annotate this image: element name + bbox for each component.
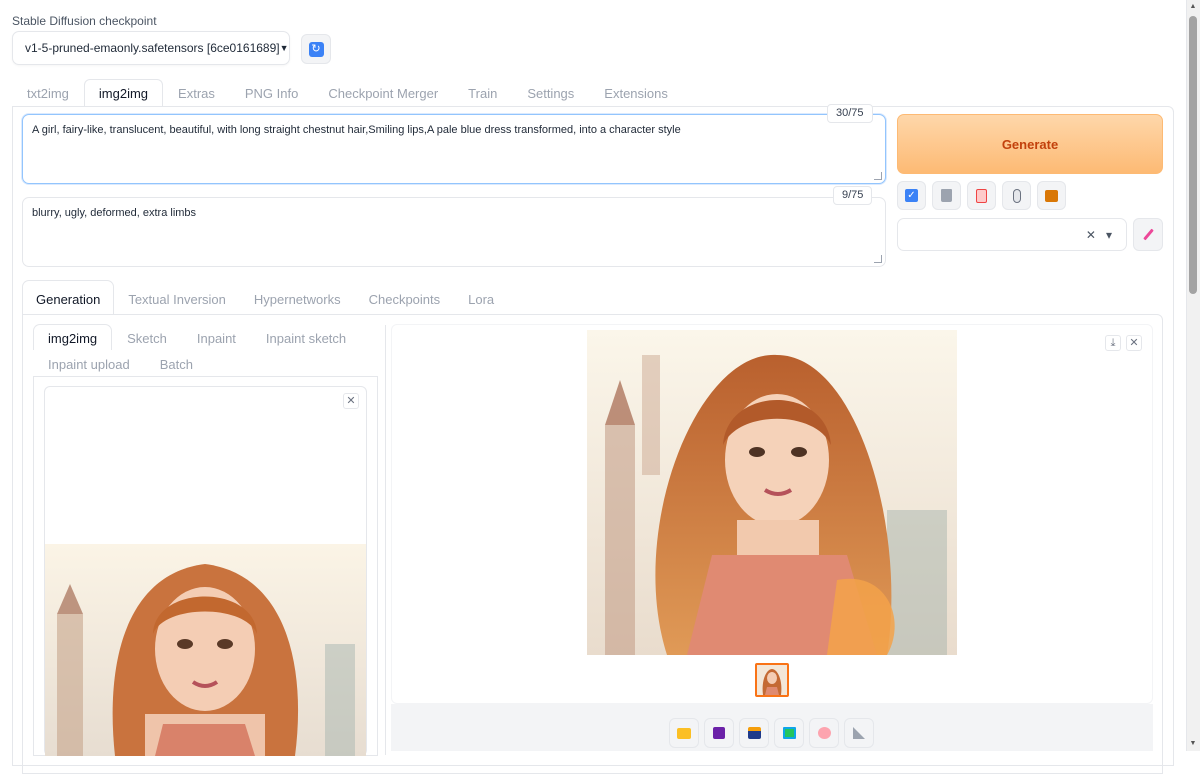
show-extra-networks-button[interactable] [1002,181,1031,210]
box-icon [1045,189,1058,202]
tab-extras[interactable]: Extras [163,79,230,107]
clear-icon[interactable]: ✕ [1086,228,1096,242]
close-icon[interactable]: ✕ [343,393,359,409]
prompt-text: A girl, fairy-like, translucent, beautif… [32,124,681,136]
tab-lora[interactable]: Lora [454,280,508,315]
output-thumbnail[interactable] [755,663,789,697]
tab-textual-inversion[interactable]: Textual Inversion [114,280,240,315]
tab-img2img[interactable]: img2img [83,79,164,107]
tab-settings[interactable]: Settings [512,79,589,107]
tab-checkpoint-merger[interactable]: Checkpoint Merger [313,79,453,107]
tab-sketch[interactable]: Sketch [112,324,182,350]
output-image[interactable] [587,330,957,655]
close-icon[interactable]: ✕ [1126,335,1142,351]
save-icon [713,727,725,739]
checkpoint-label: Stable Diffusion checkpoint [12,14,157,28]
prompt-textarea[interactable]: A girl, fairy-like, translucent, beautif… [22,114,886,184]
send-to-img2img-button[interactable] [774,718,804,748]
clear-prompt-button[interactable] [932,181,961,210]
zip-button[interactable] [739,718,769,748]
negative-prompt-textarea[interactable]: blurry, ugly, deformed, extra limbs [22,197,886,267]
scroll-up-icon[interactable]: ▲ [1188,3,1198,10]
chevron-down-icon: ▼ [279,43,289,53]
thumbnail-image [757,665,787,695]
send-to-extras-button[interactable] [844,718,874,748]
img2img-mode-tabs: img2img Sketch Inpaint Inpaint sketch In… [33,324,383,376]
output-action-bar [391,704,1153,751]
checkpoint-value: v1-5-pruned-emaonly.safetensors [6ce0161… [25,41,280,55]
resize-grip-icon[interactable] [874,172,882,180]
open-folder-button[interactable] [669,718,699,748]
checkpoint-select[interactable]: v1-5-pruned-emaonly.safetensors [6ce0161… [12,31,290,65]
edit-styles-button[interactable] [1133,218,1163,251]
tab-inpaint-upload[interactable]: Inpaint upload [33,350,145,376]
scroll-down-icon[interactable]: ▼ [1188,740,1198,747]
refresh-icon: ↻ [308,41,324,57]
clipboard-icon [976,188,987,203]
tab-extensions[interactable]: Extensions [589,79,683,107]
tab-train[interactable]: Train [453,79,512,107]
tab-batch[interactable]: Batch [145,350,208,376]
styles-select[interactable]: ✕ ▾ [897,218,1127,251]
input-image [45,544,366,756]
resize-grip-icon[interactable] [874,255,882,263]
tab-hypernetworks[interactable]: Hypernetworks [240,280,355,315]
negative-token-counter: 9/75 [833,186,873,205]
scrollbar-thumb[interactable] [1189,16,1197,294]
refresh-checkpoint-button[interactable]: ↻ [301,34,331,64]
tab-txt2img[interactable]: txt2img [12,79,84,107]
negative-prompt-text: blurry, ugly, deformed, extra limbs [32,207,197,219]
generate-button[interactable]: Generate [897,114,1163,174]
palette-icon [817,727,831,739]
image-icon [782,727,796,739]
send-to-inpaint-button[interactable] [809,718,839,748]
prompt-token-counter: 30/75 [827,104,873,123]
column-divider [385,325,386,755]
tab-inpaint-sketch[interactable]: Inpaint sketch [251,324,361,350]
tab-generation[interactable]: Generation [22,280,115,315]
pencil-icon [1142,228,1154,241]
main-tabs: txt2img img2img Extras PNG Info Checkpoi… [12,79,683,107]
download-icon[interactable]: ⤓ [1105,335,1121,351]
hand-icon [1012,188,1021,203]
trash-icon [941,189,952,202]
input-image-panel[interactable]: ✕ [44,386,367,756]
apply-styles-button[interactable] [967,181,996,210]
ruler-icon [853,727,865,739]
output-gallery: ⤓ ✕ [391,324,1153,704]
chevron-down-icon: ▾ [1105,227,1112,242]
zip-icon [747,727,761,739]
save-button[interactable] [704,718,734,748]
save-style-button[interactable] [1037,181,1066,210]
generation-tabs: Generation Textual Inversion Hypernetwor… [22,280,508,315]
tab-checkpoints[interactable]: Checkpoints [355,280,455,315]
read-params-button[interactable]: ✓ [897,181,926,210]
tab-inpaint[interactable]: Inpaint [182,324,251,350]
folder-icon [677,727,691,739]
tab-mode-img2img[interactable]: img2img [33,324,113,350]
check-icon: ✓ [905,189,918,202]
tab-png-info[interactable]: PNG Info [230,79,313,107]
